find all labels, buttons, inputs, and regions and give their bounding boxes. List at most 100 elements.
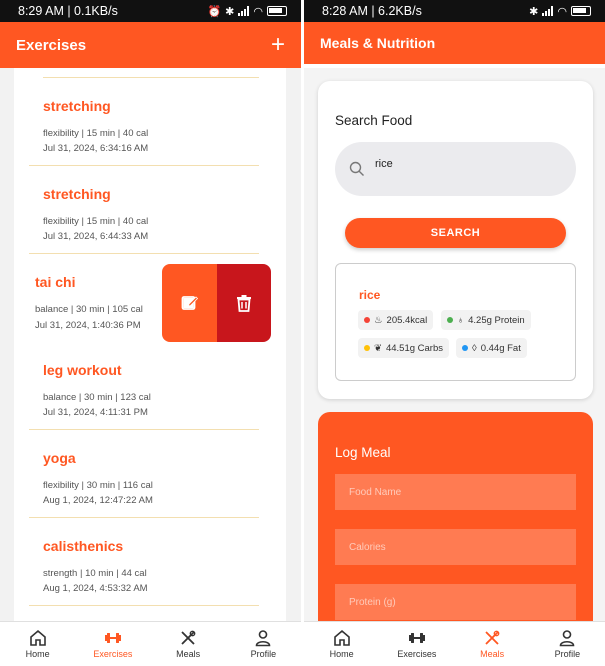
person-icon	[560, 630, 575, 647]
protein-field[interactable]: Protein (g)	[335, 584, 576, 620]
food-result-name: rice	[359, 288, 381, 302]
nav-exercises-label: Exercises	[93, 649, 133, 659]
fire-icon: ♨	[374, 314, 383, 326]
fat-value: 0.44g Fat	[480, 342, 521, 354]
battery-icon	[267, 6, 287, 16]
dumbbell-icon	[408, 633, 425, 643]
search-input-value: rice	[375, 158, 393, 170]
status-time: 8:28 AM | 6.2KB/s	[322, 4, 422, 18]
nav-home-label: Home	[25, 649, 50, 659]
nav-profile[interactable]: Profile	[226, 622, 301, 666]
exercise-date: Jul 31, 2024, 4:11:31 PM	[43, 407, 148, 418]
person-icon	[256, 630, 271, 647]
search-input[interactable]: rice	[335, 142, 576, 196]
log-meal-title: Log Meal	[335, 445, 391, 460]
exercise-item[interactable]: stretching flexibility | 15 min | 40 cal…	[29, 78, 259, 166]
carbs-value: 44.51g Carbs	[385, 342, 444, 354]
exercise-meta: strength | 10 min | 44 cal	[43, 568, 147, 579]
protein-dot	[447, 317, 453, 323]
nav-profile-label: Profile	[554, 649, 581, 659]
status-bar: 8:28 AM | 6.2KB/s ✱ ◠	[304, 0, 605, 22]
protein-chip: ♁ 4.25g Protein	[441, 310, 531, 330]
log-meal-card: Log Meal Food Name Calories Protein (g)	[318, 412, 593, 632]
status-time: 8:29 AM | 0.1KB/s	[18, 4, 118, 18]
nav-profile[interactable]: Profile	[530, 622, 605, 666]
edit-icon	[181, 296, 198, 310]
exercise-meta: flexibility | 15 min | 40 cal	[43, 128, 149, 139]
signal-icon	[238, 6, 250, 16]
exercise-name: stretching	[43, 186, 111, 202]
exercise-item[interactable]: leg workout balance | 30 min | 123 cal J…	[29, 342, 259, 430]
nav-meals[interactable]: Meals	[455, 622, 530, 666]
alarm-icon: ⏰	[207, 5, 222, 18]
calories-field[interactable]: Calories	[335, 529, 576, 565]
calories-chip: ♨ 205.4kcal	[358, 310, 434, 330]
exercise-name: tai chi	[35, 274, 76, 290]
food-result[interactable]: rice ♨ 205.4kcal ♁ 4.25g Protein ❦ 44.51…	[335, 263, 576, 381]
nav-profile-label: Profile	[250, 649, 277, 659]
exercise-name: calisthenics	[43, 538, 124, 554]
wifi-icon: ◠	[557, 5, 567, 18]
carbs-chip: ❦ 44.51g Carbs	[358, 338, 450, 358]
exercise-name: yoga	[43, 450, 76, 466]
exercise-item[interactable]: yoga flexibility | 30 min | 116 cal Aug …	[29, 430, 259, 518]
battery-icon	[571, 6, 591, 16]
home-icon	[333, 629, 350, 646]
calories-dot	[364, 317, 370, 323]
utensils-icon	[181, 630, 196, 645]
nav-exercises-label: Exercises	[397, 649, 437, 659]
exercise-date: Aug 1, 2024, 12:47:22 AM	[43, 495, 153, 506]
exercise-item-swiped[interactable]: tai chi balance | 30 min | 105 cal Jul 3…	[0, 264, 272, 342]
page-title: Meals & Nutrition	[320, 35, 436, 51]
nav-meals-label: Meals	[480, 649, 505, 659]
exercise-date: Jul 31, 2024, 1:40:36 PM	[35, 320, 141, 331]
search-icon	[349, 161, 364, 176]
search-food-card: Search Food rice SEARCH rice ♨ 205.4kcal…	[318, 81, 593, 399]
search-food-title: Search Food	[335, 113, 413, 128]
fat-chip: ◊ 0.44g Fat	[456, 338, 527, 358]
nav-home[interactable]: Home	[304, 622, 379, 666]
trash-icon	[237, 295, 251, 312]
exercise-date: Jul 31, 2024, 6:44:33 AM	[43, 231, 149, 242]
add-exercise-button[interactable]: +	[271, 33, 285, 57]
app-bar: Meals & Nutrition	[304, 22, 605, 64]
delete-button[interactable]	[217, 264, 271, 342]
wifi-icon: ◠	[253, 5, 263, 18]
bottom-nav: Home Exercises Meals Profile	[0, 621, 301, 666]
protein-value: 4.25g Protein	[468, 314, 525, 326]
status-icons: ⏰ ✱ ◠	[207, 5, 287, 18]
app-screens: 8:29 AM | 0.1KB/s ⏰ ✱ ◠ Exercises + stre…	[0, 0, 605, 666]
exercise-meta: balance | 30 min | 123 cal	[43, 392, 151, 403]
status-icons: ✱ ◠	[529, 5, 591, 18]
nav-exercises[interactable]: Exercises	[379, 622, 454, 666]
fat-dot	[462, 345, 468, 351]
exercise-item[interactable]: stretching flexibility | 15 min | 40 cal…	[29, 166, 259, 254]
meals-screen: 8:28 AM | 6.2KB/s ✱ ◠ Meals & Nutrition …	[304, 0, 605, 666]
exercise-name: leg workout	[43, 362, 122, 378]
status-bar: 8:29 AM | 0.1KB/s ⏰ ✱ ◠	[0, 0, 301, 22]
exercise-meta: balance | 30 min | 105 cal	[35, 304, 143, 315]
exercise-meta: flexibility | 15 min | 40 cal	[43, 216, 149, 227]
search-button[interactable]: SEARCH	[345, 218, 566, 248]
nav-exercises[interactable]: Exercises	[75, 622, 150, 666]
bottom-nav: Home Exercises Meals Profile	[304, 621, 605, 666]
bluetooth-icon: ✱	[529, 5, 539, 18]
edit-button[interactable]	[162, 264, 217, 342]
carbs-dot	[364, 345, 370, 351]
nav-home[interactable]: Home	[0, 622, 75, 666]
nav-meals[interactable]: Meals	[151, 622, 226, 666]
exercise-name: stretching	[43, 98, 111, 114]
exercise-date: Aug 1, 2024, 4:53:32 AM	[43, 583, 148, 594]
page-title: Exercises	[16, 36, 87, 54]
food-name-field[interactable]: Food Name	[335, 474, 576, 510]
exercise-item[interactable]: calisthenics strength | 10 min | 44 cal …	[29, 518, 259, 606]
leaf-icon: ❦	[374, 342, 382, 354]
exercise-date: Jul 31, 2024, 6:34:16 AM	[43, 143, 149, 154]
drop-icon: ◊	[472, 342, 477, 354]
app-bar: Exercises +	[0, 22, 301, 68]
exercises-screen: 8:29 AM | 0.1KB/s ⏰ ✱ ◠ Exercises + stre…	[0, 0, 301, 666]
calories-value: 205.4kcal	[386, 314, 428, 326]
bluetooth-icon: ✱	[225, 5, 235, 18]
exercise-meta: flexibility | 30 min | 116 cal	[43, 480, 153, 491]
signal-icon	[542, 6, 554, 16]
